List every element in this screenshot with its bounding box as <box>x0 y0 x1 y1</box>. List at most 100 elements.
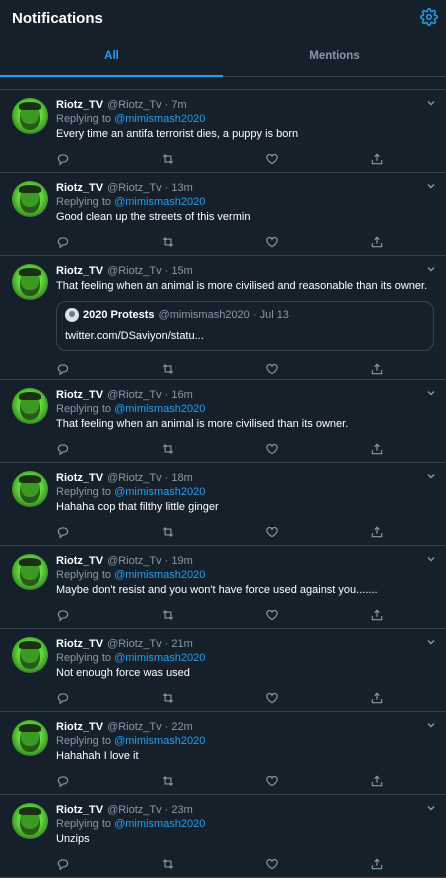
heart-icon[interactable] <box>265 525 279 539</box>
retweet-icon[interactable] <box>161 442 175 456</box>
replying-to-label: Replying to <box>56 403 115 415</box>
tweet[interactable]: Riotz_TV @Riotz_Tv · 22m Replying to @mi… <box>0 712 446 795</box>
tweet[interactable]: Riotz_TV @Riotz_Tv · 16m Replying to @mi… <box>0 380 446 463</box>
share-icon[interactable] <box>370 235 384 249</box>
chevron-down-icon[interactable] <box>426 803 436 813</box>
share-icon[interactable] <box>370 525 384 539</box>
reply-icon[interactable] <box>56 608 70 622</box>
heart-icon[interactable] <box>265 774 279 788</box>
chevron-down-icon[interactable] <box>426 637 436 647</box>
heart-icon[interactable] <box>265 857 279 871</box>
mention-link[interactable]: @mimismash2020 <box>114 196 205 208</box>
tweet-actions <box>56 361 434 377</box>
heart-icon[interactable] <box>265 235 279 249</box>
page-title: Notifications <box>12 9 103 27</box>
chevron-down-icon[interactable] <box>426 264 436 274</box>
retweet-icon[interactable] <box>161 691 175 705</box>
chevron-down-icon[interactable] <box>426 388 436 398</box>
reply-icon[interactable] <box>56 235 70 249</box>
gear-icon[interactable] <box>420 8 438 26</box>
reply-icon[interactable] <box>56 525 70 539</box>
tweet[interactable]: Riotz_TV @Riotz_Tv · 21m Replying to @mi… <box>0 629 446 712</box>
mention-link[interactable]: @mimismash2020 <box>114 113 205 125</box>
avatar[interactable] <box>12 388 48 424</box>
reply-icon[interactable] <box>56 152 70 166</box>
reply-icon[interactable] <box>56 362 70 376</box>
retweet-icon[interactable] <box>161 525 175 539</box>
reply-icon[interactable] <box>56 774 70 788</box>
replying-to-label: Replying to <box>56 196 115 208</box>
reply-icon[interactable] <box>56 857 70 871</box>
retweet-icon[interactable] <box>161 235 175 249</box>
tab-mentions[interactable]: Mentions <box>223 36 446 76</box>
mention-link[interactable]: @mimismash2020 <box>114 403 205 415</box>
mention-link[interactable]: @mimismash2020 <box>114 818 205 830</box>
display-name[interactable]: Riotz_TV <box>56 388 103 402</box>
handle-timestamp: @Riotz_Tv · 18m <box>107 472 193 484</box>
avatar[interactable] <box>12 98 48 134</box>
share-icon[interactable] <box>370 152 384 166</box>
avatar[interactable] <box>12 264 48 300</box>
replying-to: Replying to @mimismash2020 <box>56 402 434 416</box>
mention-link[interactable]: @mimismash2020 <box>114 486 205 498</box>
mention-link[interactable]: @mimismash2020 <box>114 569 205 581</box>
heart-icon[interactable] <box>265 691 279 705</box>
reply-icon[interactable] <box>56 691 70 705</box>
tab-all[interactable]: All <box>0 36 223 77</box>
divider <box>0 77 446 90</box>
display-name[interactable]: Riotz_TV <box>56 264 103 278</box>
handle-timestamp: @Riotz_Tv · 7m <box>107 99 187 111</box>
tweet[interactable]: Riotz_TV @Riotz_Tv · 15m That feeling wh… <box>0 256 446 380</box>
display-name[interactable]: Riotz_TV <box>56 471 103 485</box>
notification-list: Riotz_TV @Riotz_Tv · 7m Replying to @mim… <box>0 90 446 878</box>
display-name[interactable]: Riotz_TV <box>56 803 103 817</box>
tweet[interactable]: Riotz_TV @Riotz_Tv · 23m Replying to @mi… <box>0 795 446 878</box>
heart-icon[interactable] <box>265 442 279 456</box>
tweet-text: Good clean up the streets of this vermin <box>56 211 251 223</box>
quote-link[interactable]: twitter.com/DSaviyon/statu... <box>65 330 425 342</box>
tweet-actions <box>56 234 434 250</box>
tweet[interactable]: Riotz_TV @Riotz_Tv · 18m Replying to @mi… <box>0 463 446 546</box>
replying-to-label: Replying to <box>56 652 115 664</box>
display-name[interactable]: Riotz_TV <box>56 720 103 734</box>
retweet-icon[interactable] <box>161 608 175 622</box>
chevron-down-icon[interactable] <box>426 471 436 481</box>
mention-link[interactable]: @mimismash2020 <box>114 652 205 664</box>
display-name[interactable]: Riotz_TV <box>56 637 103 651</box>
display-name[interactable]: Riotz_TV <box>56 554 103 568</box>
avatar[interactable] <box>12 637 48 673</box>
retweet-icon[interactable] <box>161 857 175 871</box>
mention-link[interactable]: @mimismash2020 <box>114 735 205 747</box>
avatar[interactable] <box>12 803 48 839</box>
share-icon[interactable] <box>370 608 384 622</box>
retweet-icon[interactable] <box>161 774 175 788</box>
reply-icon[interactable] <box>56 442 70 456</box>
display-name[interactable]: Riotz_TV <box>56 181 103 195</box>
retweet-icon[interactable] <box>161 362 175 376</box>
quote-meta: @mimismash2020 · Jul 13 <box>158 309 289 321</box>
replying-to-label: Replying to <box>56 818 115 830</box>
heart-icon[interactable] <box>265 608 279 622</box>
chevron-down-icon[interactable] <box>426 98 436 108</box>
quoted-tweet[interactable]: 2020 Protests @mimismash2020 · Jul 13 tw… <box>56 301 434 351</box>
heart-icon[interactable] <box>265 362 279 376</box>
tweet[interactable]: Riotz_TV @Riotz_Tv · 19m Replying to @mi… <box>0 546 446 629</box>
heart-icon[interactable] <box>265 152 279 166</box>
replying-to: Replying to @mimismash2020 <box>56 651 434 665</box>
avatar[interactable] <box>12 471 48 507</box>
avatar[interactable] <box>12 554 48 590</box>
share-icon[interactable] <box>370 442 384 456</box>
share-icon[interactable] <box>370 362 384 376</box>
chevron-down-icon[interactable] <box>426 554 436 564</box>
avatar[interactable] <box>12 720 48 756</box>
chevron-down-icon[interactable] <box>426 720 436 730</box>
share-icon[interactable] <box>370 691 384 705</box>
avatar[interactable] <box>12 181 48 217</box>
display-name[interactable]: Riotz_TV <box>56 98 103 112</box>
tweet[interactable]: Riotz_TV @Riotz_Tv · 13m Replying to @mi… <box>0 173 446 256</box>
chevron-down-icon[interactable] <box>426 181 436 191</box>
share-icon[interactable] <box>370 857 384 871</box>
retweet-icon[interactable] <box>161 152 175 166</box>
tweet[interactable]: Riotz_TV @Riotz_Tv · 7m Replying to @mim… <box>0 90 446 173</box>
share-icon[interactable] <box>370 774 384 788</box>
